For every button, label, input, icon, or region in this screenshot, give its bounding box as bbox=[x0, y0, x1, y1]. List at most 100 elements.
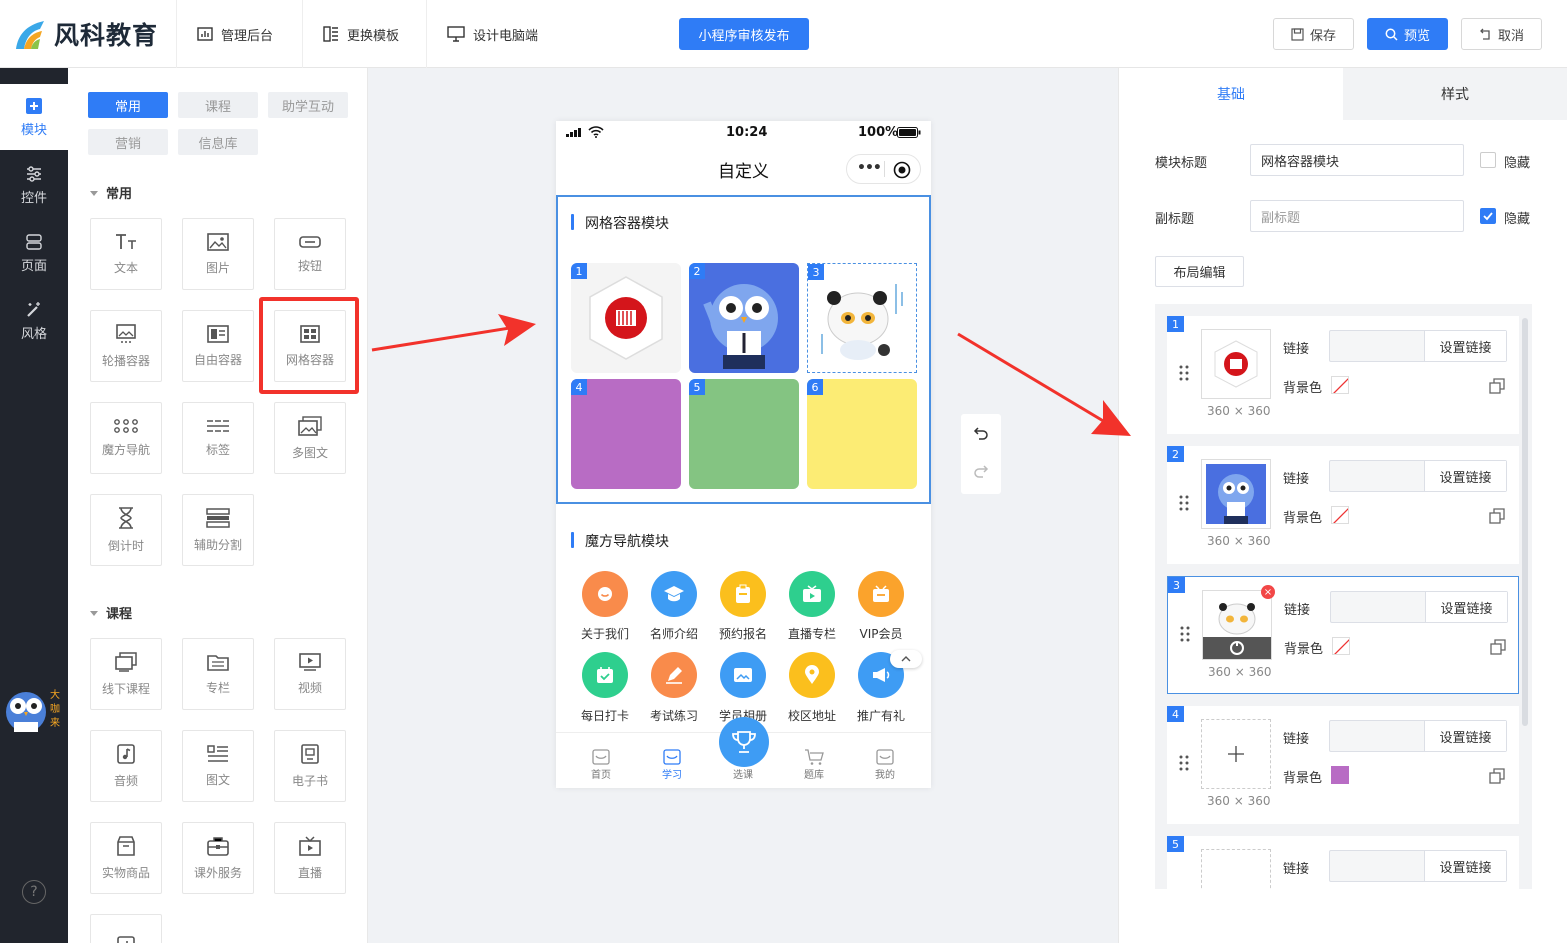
tab-mine[interactable]: 我的 bbox=[855, 733, 915, 789]
link-input[interactable]: 设置链接 bbox=[1329, 330, 1507, 362]
grid-item-5[interactable]: 5 链接 设置链接 bbox=[1167, 836, 1519, 889]
drag-handle-icon[interactable] bbox=[1179, 364, 1189, 382]
component-carousel[interactable]: 轮播容器 bbox=[90, 310, 162, 382]
drag-handle-icon[interactable] bbox=[1180, 625, 1190, 643]
grid-cell-4[interactable]: 4 bbox=[571, 379, 681, 489]
component-image[interactable]: 图片 bbox=[182, 218, 254, 290]
module-title-input[interactable]: 网格容器模块 bbox=[1250, 144, 1464, 176]
bg-color-swatch[interactable] bbox=[1332, 637, 1350, 655]
grid-cell-1[interactable]: 1 bbox=[571, 263, 681, 373]
tab-question-bank[interactable]: 题库 bbox=[784, 733, 844, 789]
list-scrollbar[interactable] bbox=[1522, 318, 1528, 726]
brand-logo[interactable]: 风科教育 bbox=[14, 14, 158, 54]
link-input[interactable]: 设置链接 bbox=[1329, 850, 1507, 882]
sidebar-item-style[interactable]: 风格 bbox=[0, 288, 68, 354]
add-image-button[interactable] bbox=[1201, 849, 1271, 889]
preview-button[interactable]: 预览 bbox=[1367, 18, 1448, 50]
grid-cell-5[interactable]: 5 bbox=[689, 379, 799, 489]
copy-icon[interactable] bbox=[1489, 768, 1505, 784]
cancel-button[interactable]: 取消 bbox=[1461, 18, 1542, 50]
nav-item-album[interactable] bbox=[720, 652, 766, 698]
component-goods[interactable]: 实物商品 bbox=[90, 822, 162, 894]
hide-title-checkbox[interactable] bbox=[1480, 152, 1496, 168]
component-offline-course[interactable]: 线下课程 bbox=[90, 638, 162, 710]
component-more[interactable] bbox=[90, 914, 162, 943]
tab-home[interactable]: 首页 bbox=[571, 733, 631, 789]
tab-interaction[interactable]: 助学互动 bbox=[268, 92, 348, 118]
component-ebook[interactable]: 电子书 bbox=[274, 730, 346, 802]
nav-item-live-column[interactable] bbox=[789, 571, 835, 617]
nav-item-exam[interactable] bbox=[651, 652, 697, 698]
component-column[interactable]: 专栏 bbox=[182, 638, 254, 710]
set-link-button[interactable]: 设置链接 bbox=[1424, 461, 1506, 491]
grid-container-module[interactable]: 网格容器模块 1 2 3 4 5 6 bbox=[556, 195, 931, 504]
tab-select-course[interactable]: 选课 bbox=[713, 717, 773, 789]
set-link-button[interactable]: 设置链接 bbox=[1424, 851, 1506, 881]
component-article[interactable]: 图文 bbox=[182, 730, 254, 802]
add-image-button[interactable] bbox=[1201, 719, 1271, 789]
copy-icon[interactable] bbox=[1489, 508, 1505, 524]
link-input[interactable]: 设置链接 bbox=[1329, 720, 1507, 752]
grid-item-3[interactable]: 3 × 360 × 360 链接 设置链接 背景色 bbox=[1167, 576, 1519, 694]
remove-image-icon[interactable]: × bbox=[1261, 585, 1275, 599]
link-input[interactable]: 设置链接 bbox=[1330, 591, 1508, 623]
item-thumbnail[interactable] bbox=[1201, 459, 1271, 529]
component-audio[interactable]: 音频 bbox=[90, 730, 162, 802]
set-link-button[interactable]: 设置链接 bbox=[1425, 592, 1507, 622]
sidebar-item-controls[interactable]: 控件 bbox=[0, 152, 68, 218]
nav-item-booking[interactable] bbox=[720, 571, 766, 617]
hide-subtitle-checkbox[interactable] bbox=[1480, 208, 1496, 224]
bg-color-swatch[interactable] bbox=[1331, 766, 1349, 784]
grid-cell-3[interactable]: 3 bbox=[807, 263, 917, 373]
tab-common[interactable]: 常用 bbox=[88, 92, 168, 118]
bg-color-swatch[interactable] bbox=[1331, 376, 1349, 394]
grid-cell-2[interactable]: 2 bbox=[689, 263, 799, 373]
component-divider[interactable]: 辅助分割 bbox=[182, 494, 254, 566]
link-input[interactable]: 设置链接 bbox=[1329, 460, 1507, 492]
save-button[interactable]: 保存 bbox=[1273, 18, 1354, 50]
copy-icon[interactable] bbox=[1490, 639, 1506, 655]
component-multi-image[interactable]: 多图文 bbox=[274, 402, 346, 474]
nav-admin[interactable]: 管理后台 bbox=[176, 0, 293, 68]
collapse-chevron-up-icon[interactable] bbox=[890, 650, 922, 668]
tab-info-library[interactable]: 信息库 bbox=[178, 129, 258, 155]
nav-item-teachers[interactable] bbox=[651, 571, 697, 617]
tab-basic[interactable]: 基础 bbox=[1119, 68, 1343, 120]
copy-icon[interactable] bbox=[1489, 378, 1505, 394]
nav-item-checkin[interactable] bbox=[582, 652, 628, 698]
tab-course[interactable]: 课程 bbox=[178, 92, 258, 118]
sidebar-item-modules[interactable]: 模块 bbox=[0, 84, 68, 150]
grid-item-4[interactable]: 4 360 × 360 链接 设置链接 背景色 bbox=[1167, 706, 1519, 824]
drag-handle-icon[interactable] bbox=[1179, 754, 1189, 772]
component-magic-nav[interactable]: 魔方导航 bbox=[90, 402, 162, 474]
tab-study[interactable]: 学习 bbox=[642, 733, 702, 789]
redo-icon[interactable] bbox=[973, 464, 989, 480]
undo-icon[interactable] bbox=[973, 426, 989, 442]
close-target-icon[interactable] bbox=[893, 161, 911, 179]
nav-item-campus[interactable] bbox=[789, 652, 835, 698]
nav-item-vip[interactable] bbox=[858, 571, 904, 617]
grid-item-1[interactable]: 1 360 × 360 链接 设置链接 背景色 bbox=[1167, 316, 1519, 434]
more-dots-icon[interactable]: ••• bbox=[857, 160, 882, 176]
publish-button[interactable]: 小程序审核发布 bbox=[679, 18, 809, 50]
set-link-button[interactable]: 设置链接 bbox=[1424, 721, 1506, 751]
component-live[interactable]: 直播 bbox=[274, 822, 346, 894]
help-icon[interactable]: ? bbox=[22, 880, 46, 904]
grid-cell-6[interactable]: 6 bbox=[807, 379, 917, 489]
layout-edit-button[interactable]: 布局编辑 bbox=[1155, 256, 1244, 287]
component-service[interactable]: 课外服务 bbox=[182, 822, 254, 894]
grid-item-2[interactable]: 2 360 × 360 链接 设置链接 背景色 bbox=[1167, 446, 1519, 564]
section-header-course[interactable]: 课程 bbox=[90, 603, 132, 622]
mini-program-capsule[interactable]: ••• bbox=[846, 154, 921, 184]
tab-marketing[interactable]: 营销 bbox=[88, 129, 168, 155]
sidebar-item-pages[interactable]: 页面 bbox=[0, 220, 68, 286]
tab-style[interactable]: 样式 bbox=[1343, 68, 1567, 120]
bg-color-swatch[interactable] bbox=[1331, 506, 1349, 524]
section-header-common[interactable]: 常用 bbox=[90, 183, 132, 202]
item-thumbnail[interactable] bbox=[1202, 590, 1272, 660]
nav-design-pc[interactable]: 设计电脑端 bbox=[426, 0, 558, 68]
component-video[interactable]: 视频 bbox=[274, 638, 346, 710]
nav-change-template[interactable]: 更换模板 bbox=[302, 0, 419, 68]
mascot-owl-icon[interactable]: 大 咖 来 bbox=[2, 680, 64, 736]
component-countdown[interactable]: 倒计时 bbox=[90, 494, 162, 566]
